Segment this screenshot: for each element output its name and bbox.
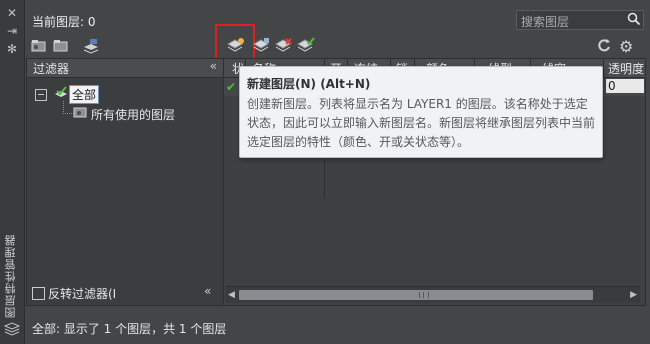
search-input[interactable]: 搜索图层 <box>516 10 644 30</box>
scroll-grip <box>419 292 429 298</box>
search-icon[interactable] <box>627 12 641 26</box>
gear-icon[interactable]: ✻ <box>4 42 20 56</box>
collapse-filters-button[interactable]: « <box>210 59 217 73</box>
scroll-right-icon[interactable]: ▶ <box>630 290 637 300</box>
filters-panel: 过滤器 « 全部 所有使用的图层 <box>26 58 224 306</box>
tooltip-title: 新建图层(N) (Alt+N) <box>247 77 371 91</box>
row-transparency[interactable]: 0 <box>606 79 644 93</box>
status-text: 全部: 显示了 1 个图层，共 1 个图层 <box>32 322 227 336</box>
new-layer-tooltip: 新建图层(N) (Alt+N) 创建新图层。列表将显示名为 LAYER1 的图层… <box>239 66 603 158</box>
tree-collapse-toggle[interactable] <box>35 89 47 101</box>
col-transparency[interactable]: 透明度 <box>608 60 644 77</box>
new-layer-vp-frozen-icon[interactable] <box>252 36 271 52</box>
filters-title: 过滤器 <box>33 62 70 76</box>
scroll-thumb[interactable] <box>239 290 593 300</box>
filters-header: 过滤器 « <box>27 59 223 78</box>
refresh-icon[interactable] <box>596 38 614 54</box>
tree-item-used-layers[interactable]: 所有使用的图层 <box>91 106 175 123</box>
horizontal-scrollbar[interactable]: ◀ ▶ <box>226 286 640 303</box>
left-rail: ✕ ⇥ ✻ 图层特性管理器 <box>0 0 25 344</box>
layer-states-manager-icon[interactable] <box>82 38 100 54</box>
new-group-filter-icon[interactable] <box>52 38 70 54</box>
tooltip-body: 创建新图层。列表将显示名为 LAYER1 的图层。该名称处于选定状态，因此可以立… <box>247 97 596 149</box>
row-status-check-icon: ✔ <box>226 80 237 94</box>
filter-all-icon <box>54 86 68 100</box>
collapse-bottom-button[interactable]: « <box>204 284 211 298</box>
filter-used-layers-icon <box>73 105 87 119</box>
new-layer-icon[interactable] <box>226 36 245 52</box>
status-bar: 全部: 显示了 1 个图层，共 1 个图层 <box>26 316 646 338</box>
settings-gear-icon[interactable]: ⚙ <box>619 37 637 56</box>
new-property-filter-icon[interactable] <box>30 38 48 54</box>
set-current-icon[interactable] <box>296 36 315 52</box>
close-icon[interactable]: ✕ <box>4 6 20 20</box>
current-layer-label: 当前图层: 0 <box>32 15 96 29</box>
panel-vertical-title: 图层特性管理器 <box>4 234 17 318</box>
layer-properties-manager-window: ✕ ⇥ ✻ 图层特性管理器 当前图层: 0 搜索图层 ⚙ 过滤器 « 全部 所有… <box>0 0 650 344</box>
invert-filter-checkbox[interactable] <box>32 287 45 300</box>
pin-icon[interactable]: ⇥ <box>4 24 20 38</box>
search-placeholder: 搜索图层 <box>521 15 570 29</box>
scroll-left-icon[interactable]: ◀ <box>228 290 235 300</box>
layers-icon <box>3 322 21 336</box>
delete-layer-icon[interactable] <box>274 36 293 52</box>
invert-filter-label: 反转过滤器(I <box>48 287 117 301</box>
